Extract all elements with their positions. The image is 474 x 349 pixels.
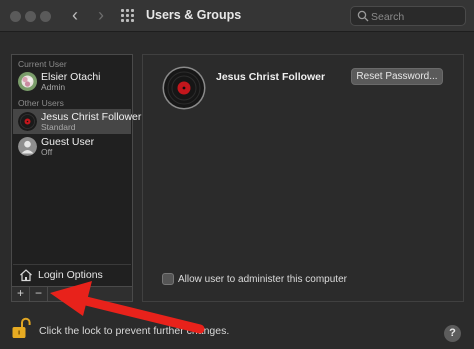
remove-user-button[interactable]: − bbox=[30, 287, 48, 301]
close-window-button[interactable] bbox=[10, 11, 21, 22]
user-row-elsier-otachi[interactable]: Elsier Otachi Admin bbox=[13, 69, 131, 94]
selected-user-name: Jesus Christ Follower bbox=[216, 71, 326, 83]
title-bar: ‹ › Users & Groups bbox=[0, 0, 474, 32]
show-all-grid-icon[interactable] bbox=[121, 9, 135, 23]
sidebar-footer: + − bbox=[11, 287, 133, 302]
current-user-header: Current User bbox=[18, 59, 67, 69]
login-options-item[interactable]: Login Options bbox=[13, 264, 131, 286]
users-sidebar: Current User Elsier Otachi Admin Other U… bbox=[11, 54, 141, 287]
forward-button[interactable]: › bbox=[92, 5, 110, 25]
vinyl-record-avatar-icon bbox=[18, 112, 37, 131]
flower-avatar-icon bbox=[18, 72, 37, 91]
zoom-window-button[interactable] bbox=[40, 11, 51, 22]
window-title: Users & Groups bbox=[146, 8, 242, 22]
unlocked-padlock-icon[interactable] bbox=[11, 316, 31, 340]
lock-status-text: Click the lock to prevent further change… bbox=[39, 325, 230, 337]
help-button[interactable]: ? bbox=[444, 325, 461, 342]
search-field[interactable] bbox=[350, 6, 466, 26]
user-row-jesus-christ-follower[interactable]: Jesus Christ Follower Standard bbox=[13, 109, 141, 134]
user-row-guest-user[interactable]: Guest User Off bbox=[13, 134, 131, 159]
other-users-header: Other Users bbox=[18, 98, 64, 108]
search-icon bbox=[357, 10, 369, 22]
guest-user-avatar-icon bbox=[18, 137, 37, 156]
user-role: Admin bbox=[41, 82, 66, 92]
home-icon bbox=[20, 269, 32, 282]
search-input[interactable] bbox=[371, 9, 461, 24]
user-role: Standard bbox=[41, 122, 76, 132]
login-options-label: Login Options bbox=[38, 269, 103, 281]
allow-admin-checkbox[interactable] bbox=[162, 273, 174, 285]
back-button[interactable]: ‹ bbox=[66, 5, 84, 25]
user-role: Off bbox=[41, 147, 53, 157]
reset-password-button[interactable]: Reset Password... bbox=[351, 68, 443, 85]
add-user-button[interactable]: + bbox=[12, 287, 30, 301]
vinyl-record-avatar-icon[interactable] bbox=[162, 66, 206, 110]
allow-admin-label: Allow user to administer this computer bbox=[178, 274, 347, 285]
minimize-window-button[interactable] bbox=[25, 11, 36, 22]
